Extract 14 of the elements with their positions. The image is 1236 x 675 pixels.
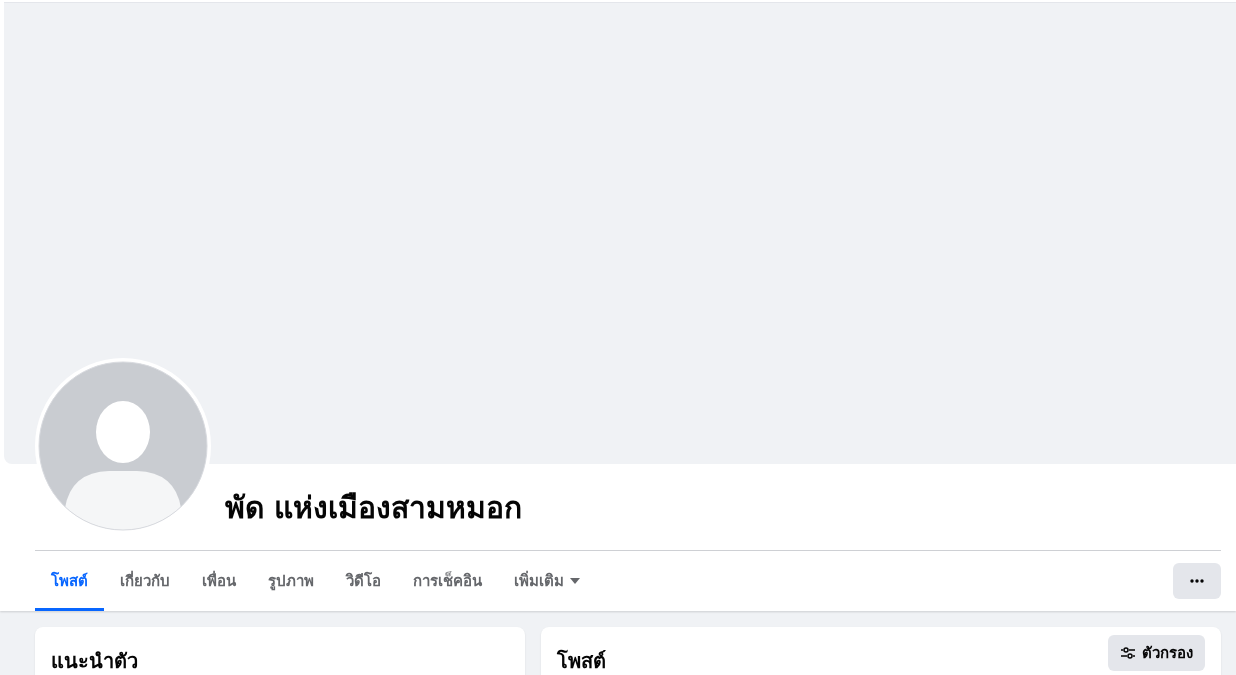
profile-tab[interactable]: รูปภาพ bbox=[252, 551, 330, 611]
caret-icon bbox=[570, 578, 580, 584]
profile-tab[interactable]: วิดีโอ bbox=[330, 551, 397, 611]
profile-tab[interactable]: เกี่ยวกับ bbox=[104, 551, 186, 611]
profile-tab[interactable]: เพื่อน bbox=[186, 551, 252, 611]
intro-card-title: แนะนำตัว bbox=[51, 648, 138, 675]
profile-tab[interactable]: การเช็คอิน bbox=[397, 551, 498, 611]
more-icon bbox=[1190, 579, 1204, 583]
more-tab[interactable]: เพิ่มเติม bbox=[498, 551, 596, 611]
filter-button[interactable]: ตัวกรอง bbox=[1108, 635, 1205, 671]
profile-name: พัด แห่งเมืองสามหมอก bbox=[225, 490, 523, 526]
posts-card-title: โพสต์ bbox=[557, 648, 606, 675]
more-options-button[interactable] bbox=[1173, 563, 1221, 599]
sliders-icon bbox=[1120, 646, 1136, 660]
